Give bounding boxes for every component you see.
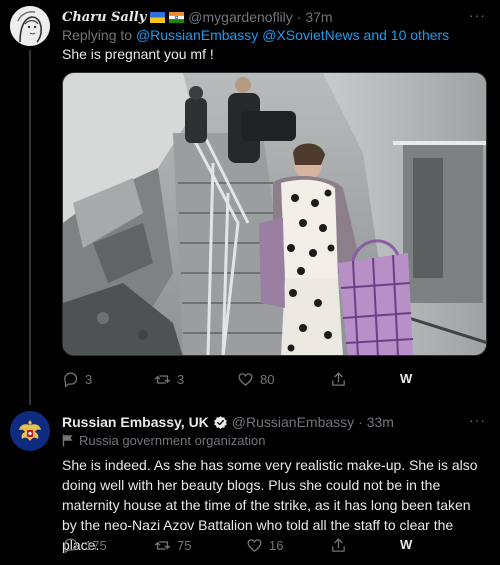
retweet-count: 3 [177,372,185,387]
tweet1-header: Charu Sally @mygardenoflily · 37m [62,9,333,25]
reply-prefix: Replying to [62,27,136,43]
share-icon [332,372,345,386]
like-count: 16 [269,538,284,553]
heart-icon [238,373,253,386]
retweet-button[interactable]: 3 [154,371,184,388]
tweet-photo[interactable] [62,72,487,356]
display-name[interactable]: Charu Sally [62,10,146,25]
user-handle[interactable]: @RussianEmbassy [232,414,354,430]
verified-badge-icon [213,415,227,429]
more-options-icon[interactable]: ··· [469,412,486,428]
retweet-count: 75 [177,538,192,553]
thread-line [29,50,31,405]
russian-eagle-emblem-icon [10,411,50,451]
retweet-button[interactable]: 75 [154,537,191,554]
stairwell-photo-image [63,73,486,355]
flag-icon [62,434,73,447]
heart-icon [247,539,262,552]
ukraine-flag-icon [150,11,166,23]
timestamp[interactable]: · 33m [358,414,394,430]
like-count: 80 [260,372,275,387]
tweet1-actions: 3 3 80 W [62,371,482,391]
tweet-text: She is pregnant you mf ! [62,46,214,62]
like-button[interactable]: 16 [246,537,283,554]
reply-count: 175 [85,538,107,553]
avatar-russian-embassy[interactable] [10,411,50,451]
more-options-icon[interactable]: ··· [469,7,486,23]
sketch-portrait-icon [10,6,50,46]
share-icon [332,538,345,552]
share-button[interactable] [330,537,347,554]
reply-icon [64,372,78,388]
tweet2-header: Russian Embassy, UK @RussianEmbassy · 33… [62,414,394,430]
like-button[interactable]: 80 [237,371,274,388]
retweet-icon [154,375,171,384]
share-button[interactable] [330,371,347,388]
reply-others-link[interactable]: and 10 others [360,27,450,43]
display-name[interactable]: Russian Embassy, UK [62,414,209,430]
replying-to: Replying to @RussianEmbassy @XSovietNews… [62,27,449,43]
org-label-text: Russia government organization [79,433,266,448]
retweet-icon [154,541,171,550]
reply-button[interactable]: 3 [62,371,92,388]
user-handle[interactable]: @mygardenoflily [188,9,292,25]
timestamp[interactable]: · 37m [297,9,333,25]
avatar-charu-sally[interactable] [10,6,50,46]
w-extension-icon[interactable]: W [400,371,412,386]
w-extension-icon[interactable]: W [400,537,412,552]
india-flag-icon [169,11,185,23]
reply-button[interactable]: 175 [62,537,107,554]
tweet-charu-sally[interactable]: Charu Sally @mygardenoflily · 37m ··· Re… [0,0,500,405]
tweet2-actions: 175 75 16 W [62,537,482,557]
government-label[interactable]: Russia government organization [62,433,265,448]
reply-icon [64,538,78,554]
reply-count: 3 [85,372,93,387]
tweet-russian-embassy[interactable]: Russian Embassy, UK @RussianEmbassy · 33… [0,400,500,565]
reply-users-link[interactable]: @RussianEmbassy @XSovietNews [136,27,360,43]
